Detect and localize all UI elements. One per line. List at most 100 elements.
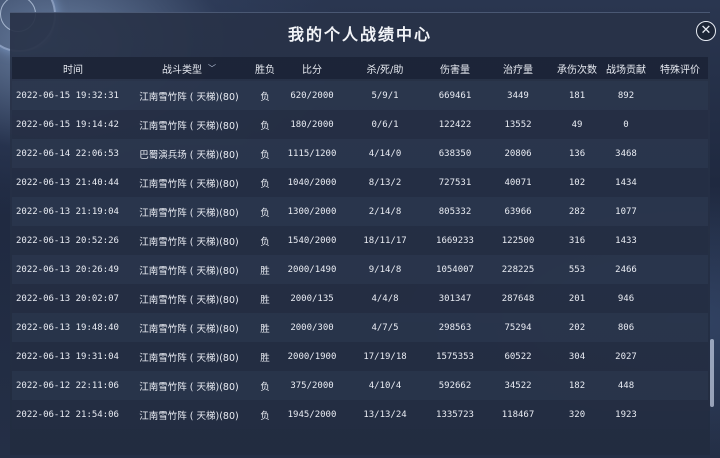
cell-score: 2000/1900 [287, 351, 337, 362]
cell-score: 2000/300 [290, 322, 334, 333]
table-row[interactable]: 2022-06-13 19:31:04 江南雪竹阵 ( 天梯)(80) 胜 2000/… [12, 342, 708, 371]
cell-heal: 118467 [501, 409, 535, 420]
cell-type: 江南雪竹阵 ( 天梯)(80) [139, 91, 239, 103]
table-row[interactable]: 2022-06-13 20:02:07 江南雪竹阵 ( 天梯)(80) 胜 2000/… [12, 284, 708, 313]
cell-type: 巴蜀演兵场 ( 天梯)(80) [139, 149, 239, 161]
cell-contribution: 892 [617, 90, 635, 101]
table-row[interactable]: 2022-06-15 19:14:42 江南雪竹阵 ( 天梯)(80) 负 180/2… [12, 110, 708, 139]
cell-kda: 0/6/1 [371, 119, 399, 130]
cell-time: 2022-06-15 19:14:42 [16, 119, 119, 130]
cell-damage: 298563 [438, 322, 472, 333]
cell-result: 负 [260, 410, 270, 422]
column-header-score: 比分 [302, 64, 322, 76]
cell-kda: 4/4/8 [371, 293, 399, 304]
table-row[interactable]: 2022-06-13 20:52:26 江南雪竹阵 ( 天梯)(80) 负 1540/… [12, 226, 708, 255]
cell-result: 胜 [260, 265, 270, 277]
cell-damage: 592662 [438, 380, 472, 391]
cell-time: 2022-06-13 20:52:26 [16, 235, 119, 246]
cell-damage: 669461 [438, 90, 472, 101]
cell-result: 负 [260, 207, 270, 219]
cell-heal: 122500 [501, 235, 535, 246]
column-header-heal: 治疗量 [503, 64, 533, 76]
cell-time: 2022-06-13 19:31:04 [16, 351, 119, 362]
cell-heal: 34522 [504, 380, 532, 391]
cell-damage: 1575353 [436, 351, 474, 362]
cell-special [652, 139, 708, 168]
cell-contribution: 1923 [615, 409, 637, 420]
column-header-hits-taken: 承伤次数 [557, 64, 597, 76]
table-header: 时间 战斗类型 ﹀ 胜负 比分 杀/死/助 伤害量 治疗量 承伤次数 战场贡献 … [12, 57, 708, 79]
cell-type: 江南雪竹阵 ( 天梯)(80) [139, 178, 239, 190]
close-icon[interactable]: ✕ [696, 21, 716, 41]
cell-kda: 9/14/8 [368, 264, 402, 275]
game-screen: 我的个人战绩中心 ✕ 时间 战斗类型 ﹀ 胜负 比分 杀/死/助 伤害量 治疗量… [0, 0, 720, 458]
table-row[interactable]: 2022-06-13 19:48:40 江南雪竹阵 ( 天梯)(80) 胜 2000/… [12, 313, 708, 342]
cell-kda: 4/14/0 [368, 148, 402, 159]
cell-contribution: 1077 [615, 206, 637, 217]
scrollbar-thumb[interactable] [710, 339, 714, 407]
cell-type: 江南雪竹阵 ( 天梯)(80) [139, 352, 239, 364]
cell-result: 胜 [260, 323, 270, 335]
table-row[interactable]: 2022-06-12 22:11:06 江南雪竹阵 ( 天梯)(80) 负 375/2… [12, 371, 708, 400]
cell-score: 375/2000 [290, 380, 334, 391]
cell-damage: 1669233 [436, 235, 474, 246]
cell-hits-taken: 201 [568, 293, 586, 304]
cell-hits-taken: 181 [568, 90, 586, 101]
cell-damage: 727531 [438, 177, 472, 188]
cell-contribution: 1433 [615, 235, 637, 246]
cell-type: 江南雪竹阵 ( 天梯)(80) [139, 265, 239, 277]
cell-time: 2022-06-15 19:32:31 [16, 90, 119, 101]
table-row[interactable]: 2022-06-13 21:40:44 江南雪竹阵 ( 天梯)(80) 负 1040/… [12, 168, 708, 197]
cell-score: 2000/1490 [287, 264, 337, 275]
cell-hits-taken: 320 [568, 409, 586, 420]
cell-kda: 18/11/17 [363, 235, 407, 246]
column-header-kda: 杀/死/助 [366, 64, 404, 76]
cell-score: 1300/2000 [287, 206, 337, 217]
cell-special [652, 313, 708, 342]
table-row[interactable]: 2022-06-13 20:26:49 江南雪竹阵 ( 天梯)(80) 胜 2000/… [12, 255, 708, 284]
cell-result: 负 [260, 149, 270, 161]
cell-score: 1040/2000 [287, 177, 337, 188]
cell-hits-taken: 202 [568, 322, 586, 333]
cell-score: 2000/135 [290, 293, 334, 304]
cell-kda: 13/13/24 [363, 409, 407, 420]
cell-damage: 1335723 [436, 409, 474, 420]
cell-special [652, 110, 708, 139]
cell-special [652, 81, 708, 110]
cell-contribution: 946 [617, 293, 635, 304]
cell-contribution: 0 [623, 119, 629, 130]
table-row[interactable]: 2022-06-14 22:06:53 巴蜀演兵场 ( 天梯)(80) 负 1115/… [12, 139, 708, 168]
cell-special [652, 168, 708, 197]
chevron-down-icon[interactable]: ﹀ [208, 63, 216, 74]
cell-type: 江南雪竹阵 ( 天梯)(80) [139, 381, 239, 393]
panel-title: 我的个人战绩中心 [287, 25, 432, 44]
cell-score: 620/2000 [290, 90, 334, 101]
cell-result: 负 [260, 236, 270, 248]
battle-record-table[interactable]: 时间 战斗类型 ﹀ 胜负 比分 杀/死/助 伤害量 治疗量 承伤次数 战场贡献 … [10, 57, 710, 447]
cell-hits-taken: 282 [568, 206, 586, 217]
column-header-contribution: 战场贡献 [606, 64, 646, 76]
cell-heal: 287648 [501, 293, 535, 304]
cell-type: 江南雪竹阵 ( 天梯)(80) [139, 294, 239, 306]
table-body: 2022-06-15 19:32:31 江南雪竹阵 ( 天梯)(80) 负 620/2… [12, 81, 708, 429]
cell-result: 胜 [260, 294, 270, 306]
table-row[interactable]: 2022-06-13 21:19:04 江南雪竹阵 ( 天梯)(80) 负 1300/… [12, 197, 708, 226]
cell-hits-taken: 136 [568, 148, 586, 159]
cell-special [652, 371, 708, 400]
table-row[interactable]: 2022-06-15 19:32:31 江南雪竹阵 ( 天梯)(80) 负 620/2… [12, 81, 708, 110]
cell-contribution: 448 [617, 380, 635, 391]
cell-kda: 2/14/8 [368, 206, 402, 217]
cell-damage: 805332 [438, 206, 472, 217]
cell-special [652, 342, 708, 371]
cell-score: 1115/1200 [287, 148, 337, 159]
column-header-type[interactable]: 战斗类型 ﹀ [124, 57, 254, 79]
cell-type: 江南雪竹阵 ( 天梯)(80) [139, 120, 239, 132]
cell-contribution: 806 [617, 322, 635, 333]
cell-hits-taken: 316 [568, 235, 586, 246]
cell-kda: 4/10/4 [368, 380, 402, 391]
cell-type: 江南雪竹阵 ( 天梯)(80) [139, 323, 239, 335]
cell-result: 负 [260, 120, 270, 132]
cell-damage: 1054007 [436, 264, 474, 275]
cell-type: 江南雪竹阵 ( 天梯)(80) [139, 410, 239, 422]
table-row[interactable]: 2022-06-12 21:54:06 江南雪竹阵 ( 天梯)(80) 负 1945/… [12, 400, 708, 429]
